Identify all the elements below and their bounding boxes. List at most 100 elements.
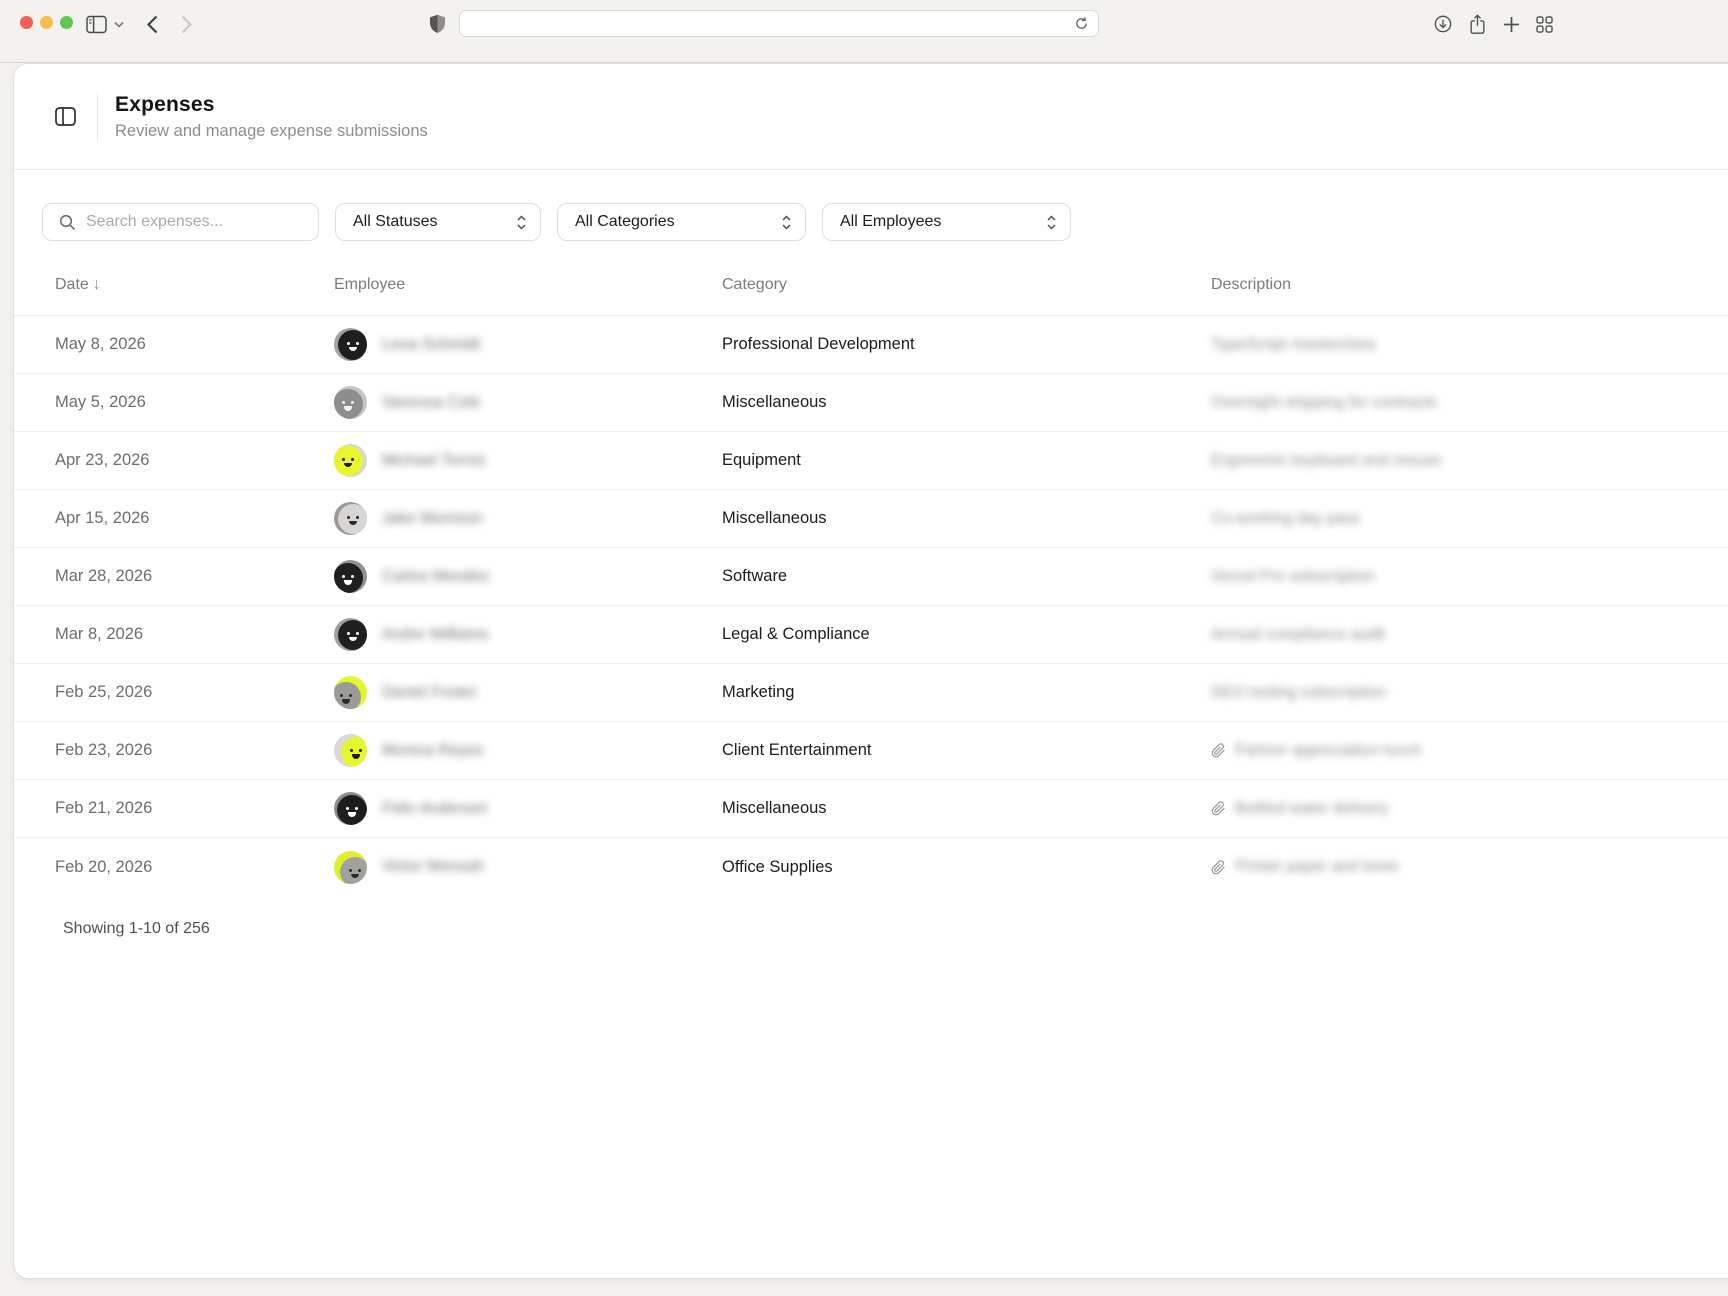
expenses-page: Expenses Review and manage expense submi… [14, 64, 1728, 1278]
row-description: Ergonomic keyboard and mouse [1211, 452, 1728, 470]
avatar [334, 676, 367, 709]
search-icon [59, 214, 76, 231]
category-filter-select[interactable]: All Categories [557, 203, 806, 241]
row-employee: Victor Mensah [334, 851, 722, 884]
employee-filter-select[interactable]: All Employees [822, 203, 1071, 241]
avatar [334, 851, 367, 884]
avatar [334, 734, 367, 767]
row-date: Feb 20, 2026 [55, 858, 334, 877]
row-description: Bottled water delivery [1211, 800, 1728, 818]
grid-icon [1535, 15, 1554, 34]
row-description: Vercel Pro subscription [1211, 568, 1728, 586]
chevron-left-icon [147, 15, 158, 34]
download-icon [1433, 14, 1453, 34]
status-filter-select[interactable]: All Statuses [335, 203, 541, 241]
employee-name: Andre Williams [382, 626, 489, 644]
column-header-category[interactable]: Category [722, 276, 1211, 294]
row-date: Feb 25, 2026 [55, 683, 334, 702]
table-row[interactable]: Feb 23, 2026 Monica Reyes Client Enterta… [14, 722, 1728, 780]
employee-name: Felix Andersen [382, 800, 488, 818]
avatar [334, 444, 367, 477]
row-description: Overnight shipping for contracts [1211, 394, 1728, 412]
row-description: Co-working day pass [1211, 510, 1728, 528]
avatar-core [334, 446, 363, 476]
avatar-core [334, 682, 361, 709]
page-header: Expenses Review and manage expense submi… [14, 64, 1728, 170]
address-bar[interactable] [459, 10, 1099, 37]
tab-overview-button[interactable] [1531, 12, 1557, 36]
table-row[interactable]: Apr 23, 2026 Michael Torres Equipment Er… [14, 432, 1728, 490]
row-date: Apr 23, 2026 [55, 451, 334, 470]
avatar-core [338, 504, 368, 534]
new-tab-button[interactable] [1498, 12, 1524, 36]
employee-name: Victor Mensah [382, 858, 484, 876]
table-row[interactable]: Feb 21, 2026 Felix Andersen Miscellaneou… [14, 780, 1728, 838]
chevron-up-down-icon [781, 214, 792, 231]
table-row[interactable]: May 5, 2026 Vanessa Cole Miscellaneous O… [14, 374, 1728, 432]
page-subtitle: Review and manage expense submissions [115, 122, 428, 141]
sidebar-menu-chevron[interactable] [110, 12, 128, 36]
row-category: Client Entertainment [722, 741, 1211, 760]
employee-name: Carlos Mendez [382, 568, 490, 586]
row-employee: Monica Reyes [334, 734, 722, 767]
row-employee: Lena Schmidt [334, 328, 722, 361]
avatar-core [338, 330, 368, 360]
employee-name: Monica Reyes [382, 742, 483, 760]
avatar-core [341, 737, 367, 767]
table-row[interactable]: Mar 8, 2026 Andre Williams Legal & Compl… [14, 606, 1728, 664]
chevron-right-icon [181, 15, 192, 34]
row-description-text: Ergonomic keyboard and mouse [1211, 452, 1441, 470]
window-close-button[interactable] [20, 16, 33, 29]
row-description-text: Co-working day pass [1211, 510, 1360, 528]
header-divider [97, 93, 98, 141]
table-row[interactable]: May 8, 2026 Lena Schmidt Professional De… [14, 316, 1728, 374]
table-header-row: Date↓ Employee Category Description [14, 254, 1728, 316]
row-description: SEO tooling subscription [1211, 684, 1728, 702]
avatar [334, 502, 367, 535]
pagination-status: Showing 1-10 of 256 [14, 896, 1728, 938]
table-body: May 8, 2026 Lena Schmidt Professional De… [14, 316, 1728, 896]
search-box[interactable] [42, 203, 319, 241]
column-header-description[interactable]: Description [1211, 276, 1728, 294]
row-category: Equipment [722, 451, 1211, 470]
search-input[interactable] [86, 213, 306, 231]
table-row[interactable]: Feb 25, 2026 Daniel Foster Marketing SEO… [14, 664, 1728, 722]
chevron-up-down-icon [1046, 214, 1057, 231]
employee-name: Michael Torres [382, 452, 486, 470]
page-title: Expenses [115, 93, 428, 117]
privacy-shield-icon[interactable] [424, 12, 450, 36]
downloads-button[interactable] [1430, 12, 1456, 36]
window-minimize-button[interactable] [40, 16, 53, 29]
row-category: Miscellaneous [722, 799, 1211, 818]
column-header-date[interactable]: Date↓ [55, 276, 334, 294]
row-description-text: Annual compliance audit [1211, 626, 1385, 644]
employee-filter-value: All Employees [840, 213, 941, 231]
attachment-icon [1211, 743, 1226, 758]
sidebar-toggle-button[interactable] [83, 12, 109, 36]
table-row[interactable]: Apr 15, 2026 Jake Morrison Miscellaneous… [14, 490, 1728, 548]
row-employee: Michael Torres [334, 444, 722, 477]
row-date: Mar 8, 2026 [55, 625, 334, 644]
avatar-core [337, 795, 367, 825]
avatar [334, 328, 367, 361]
share-icon [1468, 14, 1487, 35]
forward-button[interactable] [173, 12, 199, 36]
table-row[interactable]: Feb 20, 2026 Victor Mensah Office Suppli… [14, 838, 1728, 896]
table-row[interactable]: Mar 28, 2026 Carlos Mendez Software Verc… [14, 548, 1728, 606]
row-description-text: Partner appreciation lunch [1235, 742, 1422, 760]
panel-toggle-button[interactable] [55, 107, 76, 126]
back-button[interactable] [139, 12, 165, 36]
browser-toolbar [0, 0, 1728, 63]
row-description-text: Overnight shipping for contracts [1211, 394, 1437, 412]
filter-bar: All Statuses All Categories All Employee… [14, 170, 1728, 241]
window-zoom-button[interactable] [60, 16, 73, 29]
chevron-up-down-icon [516, 214, 527, 231]
reload-icon[interactable] [1074, 16, 1089, 31]
row-description-text: TypeScript masterclass [1211, 336, 1376, 354]
row-description: Annual compliance audit [1211, 626, 1728, 644]
column-header-label: Date [55, 276, 89, 293]
row-date: Apr 15, 2026 [55, 509, 334, 528]
column-header-employee[interactable]: Employee [334, 276, 722, 294]
share-button[interactable] [1464, 12, 1490, 36]
avatar [334, 386, 367, 419]
